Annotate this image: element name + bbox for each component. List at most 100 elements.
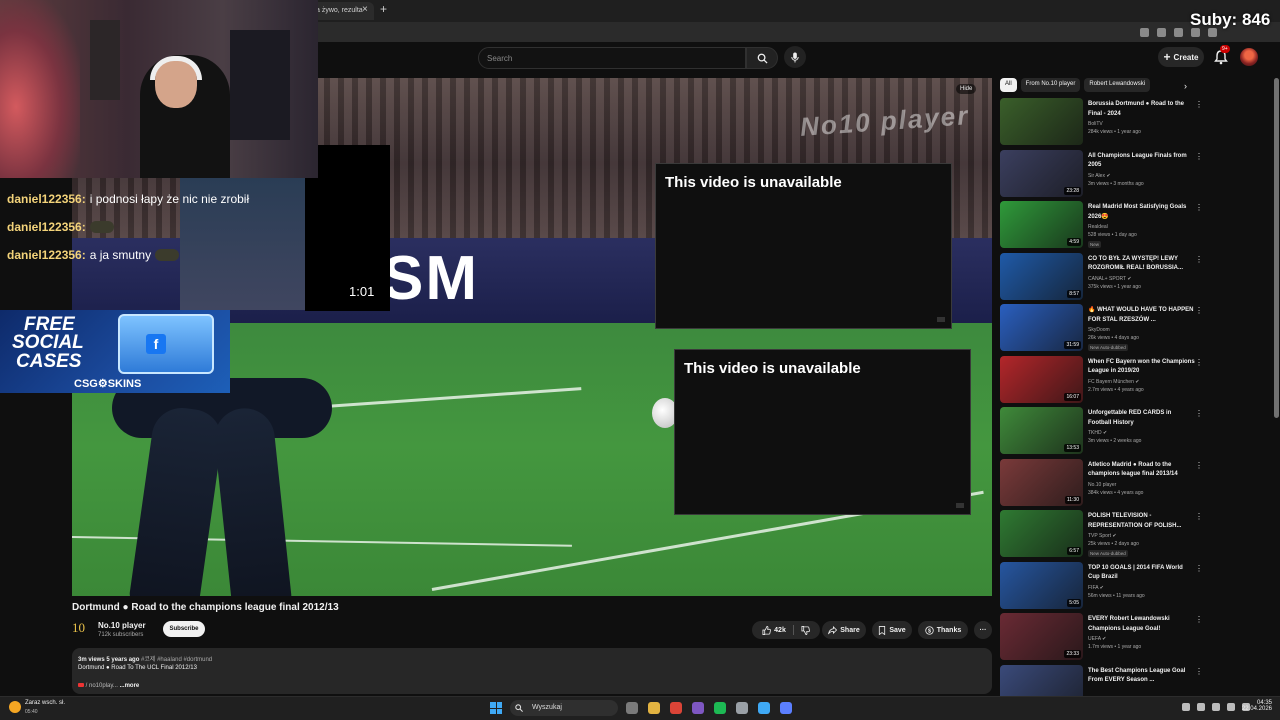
recommendation-item[interactable]: 8:57 CO TO BYŁ ZA WYSTĘP! LEWY ROZGROMIŁ … (1000, 252, 1205, 305)
spotify-icon[interactable] (714, 702, 726, 714)
recommendation-item[interactable]: 13:53 Unforgettable RED CARDS in Football… (1000, 407, 1205, 459)
hashtags[interactable]: #코제 #haaland #dortmund (141, 657, 212, 663)
chevron-up-icon[interactable] (1182, 703, 1190, 711)
windows-start-icon[interactable] (490, 702, 502, 714)
recommendation-channel[interactable]: Realdeal (1088, 224, 1108, 230)
thumbs-up-icon[interactable] (762, 625, 772, 635)
recommendation-item[interactable]: 31:59 🔥 WHAT WOULD HAVE TO HAPPEN FOR STA… (1000, 304, 1205, 356)
recommendation-title[interactable]: EVERY Robert Lewandowski Champions Leagu… (1088, 615, 1196, 634)
more-options-icon[interactable]: ⋮ (1195, 152, 1203, 161)
language-icon[interactable] (1212, 703, 1220, 711)
more-options-icon[interactable]: ⋮ (1195, 667, 1203, 676)
recommendation-channel[interactable]: Sir Alex ✔ (1088, 173, 1111, 179)
chip-scroll-right-icon[interactable]: › (1184, 81, 1187, 91)
more-options-icon[interactable]: ⋮ (1195, 461, 1203, 470)
notepad-icon[interactable] (758, 702, 770, 714)
recommendation-thumbnail[interactable]: 5:05 (1000, 561, 1083, 609)
recommendation-title[interactable]: The Best Champions League Goal From EVER… (1088, 667, 1196, 686)
more-options-icon[interactable]: ⋮ (1195, 306, 1203, 315)
recommendation-channel[interactable]: TKHD ✔ (1088, 430, 1107, 436)
recommendation-item[interactable]: 11:30 Atletico Madrid ● Road to the champ… (1000, 458, 1205, 511)
create-button[interactable]: + Create (1158, 47, 1204, 67)
new-tab-button[interactable]: + (380, 2, 387, 16)
weather-sun-icon[interactable] (9, 701, 21, 713)
recommendation-thumbnail[interactable]: 16:07 (1000, 355, 1083, 403)
recommendation-thumbnail[interactable]: 23:33 (1000, 613, 1083, 660)
thumbs-down-icon[interactable] (801, 625, 810, 635)
recommendation-item[interactable]: 23:28 All Champions League Finals from 20… (1000, 149, 1205, 202)
recommendation-channel[interactable]: No.10 player (1088, 482, 1116, 488)
recommendation-title[interactable]: 🔥 WHAT WOULD HAVE TO HAPPEN FOR STAL RZE… (1088, 306, 1196, 325)
recommendation-item[interactable]: 23:33 EVERY Robert Lewandowski Champions … (1000, 613, 1205, 665)
recommendation-title[interactable]: Real Madrid Most Satisfying Goals 2026😍 (1088, 203, 1196, 222)
translate-icon[interactable] (1140, 27, 1149, 37)
more-options-icon[interactable]: ⋮ (1195, 255, 1203, 264)
recommendation-thumbnail[interactable] (1000, 98, 1083, 145)
recommendation-channel[interactable]: FC Bayern München ✔ (1088, 379, 1139, 385)
chip-robert-lewandowski[interactable]: Robert Lewandowski (1084, 78, 1151, 92)
recommendation-item[interactable]: 4:59 Real Madrid Most Satisfying Goals 20… (1000, 201, 1205, 253)
page-scrollbar[interactable] (1274, 78, 1279, 418)
discord-icon[interactable] (692, 702, 704, 714)
more-options-icon[interactable]: ⋮ (1195, 512, 1203, 521)
chip-from-channel[interactable]: From No.10 player (1020, 78, 1081, 92)
recommendation-title[interactable]: Borussia Dortmund ● Road to the Final - … (1088, 100, 1196, 119)
recommendation-thumbnail[interactable]: 4:59 (1000, 201, 1083, 248)
recommendation-title[interactable]: All Champions League Finals from 2005 (1088, 152, 1196, 171)
steam-icon[interactable] (736, 702, 748, 714)
search-input[interactable]: Search (478, 47, 746, 69)
recommendation-item[interactable]: Borussia Dortmund ● Road to the Final - … (1000, 98, 1205, 150)
chip-all[interactable]: All (1000, 78, 1017, 92)
search-button[interactable] (746, 47, 778, 69)
more-actions-button[interactable]: ··· (974, 621, 992, 639)
voice-search-button[interactable] (784, 46, 806, 68)
recommendation-item[interactable]: 16:07 When FC Bayern won the Champions Le… (1000, 355, 1205, 408)
recommendation-thumbnail[interactable]: 23:28 (1000, 149, 1083, 197)
video-description[interactable]: 3m views 5 years ago #코제 #haaland #dortm… (72, 648, 992, 694)
channel-name[interactable]: No.10 player (98, 621, 146, 630)
show-more-button[interactable]: ...more (120, 683, 140, 689)
file-explorer-icon[interactable] (648, 702, 660, 714)
recommendation-title[interactable]: TOP 10 GOALS | 2014 FIFA World Cup Brazi… (1088, 564, 1196, 583)
more-options-icon[interactable]: ⋮ (1195, 409, 1203, 418)
more-options-icon[interactable]: ⋮ (1195, 100, 1203, 109)
recommendation-channel[interactable]: BoliTV (1088, 121, 1103, 127)
recommendation-thumbnail[interactable]: 6:57 (1000, 510, 1083, 557)
recommendation-channel[interactable]: SkyDoom (1088, 327, 1110, 333)
recommendation-thumbnail[interactable]: 11:30 (1000, 458, 1083, 506)
recommendation-channel[interactable]: TVP Sport ✔ (1088, 533, 1117, 539)
taskbar-search[interactable]: Wyszukaj (510, 700, 618, 716)
tab-close-icon[interactable]: × (362, 4, 368, 15)
channel-avatar[interactable]: 10 (72, 620, 92, 640)
recommendation-title[interactable]: POLISH TELEVISION - REPRESENTATION OF PO… (1088, 512, 1196, 531)
microphone-tray-icon[interactable] (1197, 703, 1205, 711)
recommendation-item[interactable]: 6:57 POLISH TELEVISION - REPRESENTATION O… (1000, 510, 1205, 562)
more-options-icon[interactable]: ⋮ (1195, 203, 1203, 212)
weather-text[interactable]: Zaraz wsch. sł. (25, 700, 65, 706)
account-avatar[interactable] (1240, 48, 1258, 66)
cast-icon[interactable] (1157, 27, 1166, 37)
recommendation-channel[interactable]: UEFA ✔ (1088, 636, 1106, 642)
hide-overlay-button[interactable]: Hide (956, 84, 977, 94)
more-options-icon[interactable]: ⋮ (1195, 358, 1203, 367)
recommendation-title[interactable]: When FC Bayern won the Champions League … (1088, 358, 1196, 377)
recommendation-title[interactable]: Unforgettable RED CARDS in Football Hist… (1088, 409, 1196, 428)
task-view-icon[interactable] (626, 702, 638, 714)
chrome-icon[interactable] (670, 702, 682, 714)
like-count[interactable]: 42k (774, 627, 786, 634)
channel-link[interactable]: / no10play... (86, 683, 118, 689)
recommendation-title[interactable]: Atletico Madrid ● Road to the champions … (1088, 461, 1196, 480)
recommendation-channel[interactable]: FIFA ✔ (1088, 585, 1104, 591)
more-options-icon[interactable]: ⋮ (1195, 615, 1203, 624)
bookmark-star-icon[interactable] (1174, 27, 1183, 37)
subscribe-button[interactable]: Subscribe (163, 621, 205, 637)
network-icon[interactable] (1227, 703, 1235, 711)
more-options-icon[interactable]: ⋮ (1195, 564, 1203, 573)
save-button[interactable]: Save (872, 621, 912, 639)
recommendation-thumbnail[interactable]: 13:53 (1000, 407, 1083, 454)
recommendation-channel[interactable]: CANAL+ SPORT ✔ (1088, 276, 1132, 282)
share-button[interactable]: Share (822, 621, 866, 639)
browser-icon[interactable] (780, 702, 792, 714)
recommendation-thumbnail[interactable]: 8:57 (1000, 252, 1083, 300)
recommendation-title[interactable]: CO TO BYŁ ZA WYSTĘP! LEWY ROZGROMIŁ REAL… (1088, 255, 1196, 274)
